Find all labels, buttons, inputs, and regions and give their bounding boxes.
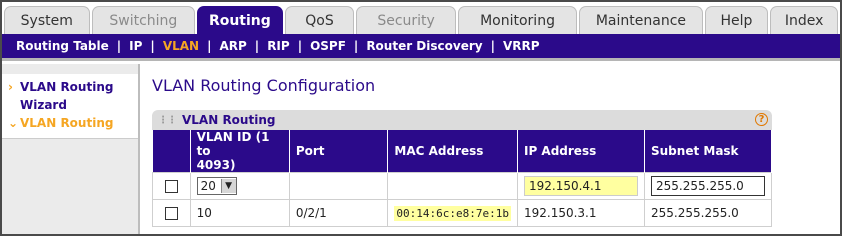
vlan-routing-table: VLAN ID (1 to 4093) Port MAC Address IP A… — [152, 130, 772, 227]
subnav-ospf[interactable]: OSPF — [310, 39, 346, 53]
ip-column-header: IP Address — [517, 130, 646, 173]
sidebar-item-label: VLAN Routing — [20, 80, 114, 94]
port-cell: 0/2/1 — [288, 199, 389, 227]
vlan-id-cell: 10 — [189, 199, 290, 227]
tab-maintenance[interactable]: Maintenance — [579, 6, 703, 34]
subnav-vrrp[interactable]: VRRP — [503, 39, 540, 53]
mask-column-header: Subnet Mask — [644, 130, 772, 173]
panel-header: ⋮⋮ VLAN Routing ? — [152, 110, 772, 130]
subnav-routing-table[interactable]: Routing Table — [16, 39, 109, 53]
tab-security[interactable]: Security — [356, 6, 456, 34]
tab-system[interactable]: System — [4, 6, 90, 34]
subnav-vlan[interactable]: VLAN — [163, 39, 199, 53]
mac-column-header: MAC Address — [387, 130, 518, 173]
subnet-mask-cell: 255.255.255.0 — [644, 199, 772, 227]
edit-row: 20 ▼ 192.150.4.1 255.255.255.0 — [152, 172, 772, 200]
sub-nav: Routing Table | IP | VLAN | ARP | RIP | OSPF |… — [2, 34, 840, 61]
tab-qos[interactable]: QoS — [284, 6, 355, 34]
sidebar: › VLAN Routing Wizard ⌄ VLAN Routing — [2, 64, 140, 234]
sidebar-menu: › VLAN Routing Wizard ⌄ VLAN Routing — [2, 74, 138, 139]
app-frame: System Switching Routing QoS Security Mo… — [0, 0, 842, 236]
tab-switching[interactable]: Switching — [91, 6, 196, 34]
tab-help[interactable]: Help — [704, 6, 769, 34]
table-header-row: VLAN ID (1 to 4093) Port MAC Address IP A… — [152, 130, 772, 173]
row-checkbox[interactable] — [164, 207, 178, 220]
subnet-mask-input[interactable]: 255.255.255.0 — [651, 176, 765, 196]
table-row: 10 0/2/1 00:14:6c:e8:7e:1b 192.150.3.1 2… — [152, 199, 772, 227]
port-column-header: Port — [289, 130, 389, 173]
chevron-down-icon: ⌄ — [8, 116, 19, 130]
sidebar-item-vlan-routing-wizard[interactable]: › VLAN Routing Wizard — [8, 78, 134, 114]
subnav-ip[interactable]: IP — [129, 39, 142, 53]
ip-address-cell: 192.150.3.1 — [516, 199, 646, 227]
tab-index[interactable]: Index — [770, 6, 838, 34]
sidebar-item-label: Wizard — [20, 98, 67, 112]
subnav-rip[interactable]: RIP — [267, 39, 290, 53]
help-icon[interactable]: ? — [755, 113, 768, 126]
chevron-right-icon: › — [8, 80, 13, 94]
ip-address-input[interactable]: 192.150.4.1 — [523, 176, 638, 196]
edit-row-checkbox[interactable] — [164, 180, 178, 193]
tab-routing[interactable]: Routing — [197, 6, 283, 34]
grip-icon: ⋮⋮ — [158, 114, 177, 126]
tab-monitoring[interactable]: Monitoring — [457, 6, 578, 34]
page-title: VLAN Routing Configuration — [152, 76, 376, 95]
sidebar-item-vlan-routing[interactable]: ⌄ VLAN Routing — [8, 114, 134, 132]
vlan-id-select[interactable]: 20 ▼ — [196, 177, 237, 195]
sidebar-item-label: VLAN Routing — [20, 116, 114, 130]
subnav-router-discovery[interactable]: Router Discovery — [366, 39, 482, 53]
mac-address-cell: 00:14:6c:e8:7e:1b — [394, 206, 511, 221]
subnav-arp[interactable]: ARP — [219, 39, 246, 53]
vlan-routing-panel: ⋮⋮ VLAN Routing ? VLAN ID (1 to 4093) Por… — [152, 110, 772, 234]
vlan-id-column-header: VLAN ID (1 to 4093) — [190, 130, 290, 173]
chevron-down-icon: ▼ — [220, 179, 236, 193]
top-tab-bar: System Switching Routing QoS Security Mo… — [2, 2, 840, 34]
panel-title: VLAN Routing — [182, 113, 276, 127]
select-column-header — [152, 130, 191, 173]
